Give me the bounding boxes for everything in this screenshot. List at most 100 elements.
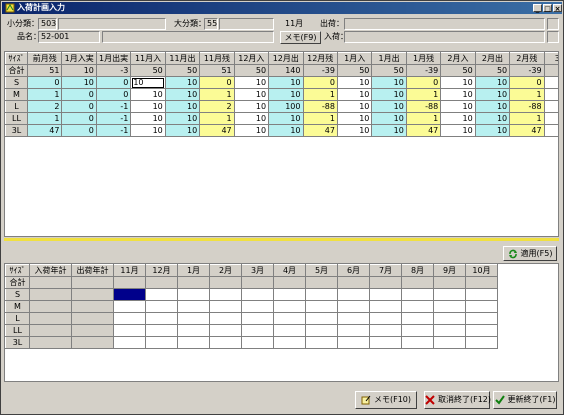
annual-cell[interactable] [241,288,274,301]
grid-cell[interactable]: 10 [233,124,270,137]
grid-cell[interactable]: 10 [130,112,166,125]
grid-cell[interactable]: 10 [233,112,270,125]
annual-cell[interactable] [177,312,210,325]
annual-cell[interactable] [305,336,338,349]
annual-cell[interactable] [465,324,498,337]
annual-cell[interactable] [177,336,210,349]
annual-cell[interactable] [209,288,242,301]
annual-cell[interactable] [305,300,338,313]
grid-cell [543,100,558,113]
small-class-label: 小分類： [7,19,39,28]
splitter-bar[interactable] [4,238,559,241]
grid-cell: 10 [268,124,304,137]
annual-cell[interactable] [433,324,466,337]
annual-cell[interactable] [113,324,146,337]
annual-cell[interactable] [145,288,178,301]
annual-cell[interactable] [433,336,466,349]
grid-cell[interactable]: 10 [336,112,373,125]
small-class-code-field[interactable]: 503 [38,18,57,30]
memo-f9-button[interactable]: メモ(F9) [280,31,321,44]
item-code-field[interactable]: 52-001 [38,31,100,43]
grid-cell[interactable]: 10 [233,88,270,101]
annual-cell[interactable] [305,312,338,325]
large-class-code-field[interactable]: 55 [204,18,218,30]
update-exit-button[interactable]: 更新終了(F1) [493,391,557,409]
grid-cell[interactable]: 10 [440,88,476,101]
annual-cell[interactable] [113,288,146,301]
grid-size-cell: L [5,100,28,113]
grid-cell[interactable]: 10 [130,100,166,113]
annual-cell[interactable] [145,312,178,325]
annual-cell[interactable] [401,300,434,313]
annual-cell[interactable] [369,300,402,313]
grid-cell[interactable]: 10 [336,100,373,113]
annual-cell[interactable] [145,300,178,313]
grid-cell[interactable]: 10 [130,76,166,89]
annual-cell[interactable] [337,312,370,325]
annual-cell[interactable] [241,324,274,337]
cancel-exit-button[interactable]: 取消終了(F12) [424,391,491,409]
grid-cell[interactable]: 10 [336,124,373,137]
minimize-button[interactable]: _ [533,4,542,13]
annual-cell[interactable] [337,288,370,301]
annual-cell[interactable] [209,336,242,349]
apply-f5-button[interactable]: 適用(F5) [503,246,557,261]
annual-cell[interactable] [273,300,306,313]
grid-cell[interactable]: 10 [440,112,476,125]
annual-cell[interactable] [465,300,498,313]
grid-cell[interactable]: 10 [130,124,166,137]
annual-cell[interactable] [337,324,370,337]
annual-cell[interactable] [337,336,370,349]
annual-cell[interactable] [465,312,498,325]
annual-cell[interactable] [113,300,146,313]
annual-total-cell [177,276,210,289]
annual-cell[interactable] [401,288,434,301]
annual-cell[interactable] [273,336,306,349]
annual-cell[interactable] [177,300,210,313]
annual-header-cell: 7月 [369,264,402,277]
annual-cell[interactable] [465,336,498,349]
grid-cell[interactable]: 10 [336,76,373,89]
maximize-button[interactable]: □ [543,4,552,13]
close-button[interactable]: × [553,4,562,13]
annual-cell[interactable] [273,288,306,301]
annual-cell[interactable] [145,336,178,349]
annual-cell[interactable] [433,288,466,301]
annual-cell[interactable] [433,312,466,325]
grid-cell: 47 [302,124,338,137]
annual-cell[interactable] [401,324,434,337]
annual-cell[interactable] [369,312,402,325]
memo-f10-button[interactable]: メモ(F10) [355,391,417,409]
annual-cell[interactable] [241,312,274,325]
annual-cell[interactable] [177,288,210,301]
annual-cell[interactable] [305,288,338,301]
annual-cell[interactable] [145,324,178,337]
annual-cell[interactable] [113,312,146,325]
grid-cell[interactable]: 10 [233,100,270,113]
grid-cell[interactable]: 10 [440,124,476,137]
annual-cell[interactable] [433,300,466,313]
annual-cell[interactable] [369,336,402,349]
grid-cell[interactable]: 10 [336,88,373,101]
annual-cell[interactable] [273,324,306,337]
annual-cell[interactable] [369,288,402,301]
annual-cell[interactable] [273,312,306,325]
annual-cell[interactable] [177,324,210,337]
grid-cell[interactable]: 10 [440,100,476,113]
annual-cell[interactable] [113,336,146,349]
annual-cell[interactable] [209,312,242,325]
grid-cell[interactable]: 10 [233,76,270,89]
annual-cell[interactable] [209,300,242,313]
annual-cell[interactable] [401,312,434,325]
grid-row: S 0 10 0 10 10 0 10 10 0 10 10 0 10 10 0 [5,76,558,89]
annual-cell[interactable] [209,324,242,337]
grid-cell[interactable]: 10 [130,88,166,101]
annual-cell[interactable] [465,288,498,301]
annual-cell[interactable] [241,300,274,313]
annual-cell[interactable] [337,300,370,313]
annual-cell[interactable] [401,336,434,349]
annual-cell[interactable] [305,324,338,337]
annual-cell[interactable] [369,324,402,337]
grid-cell[interactable]: 10 [440,76,476,89]
annual-cell[interactable] [241,336,274,349]
